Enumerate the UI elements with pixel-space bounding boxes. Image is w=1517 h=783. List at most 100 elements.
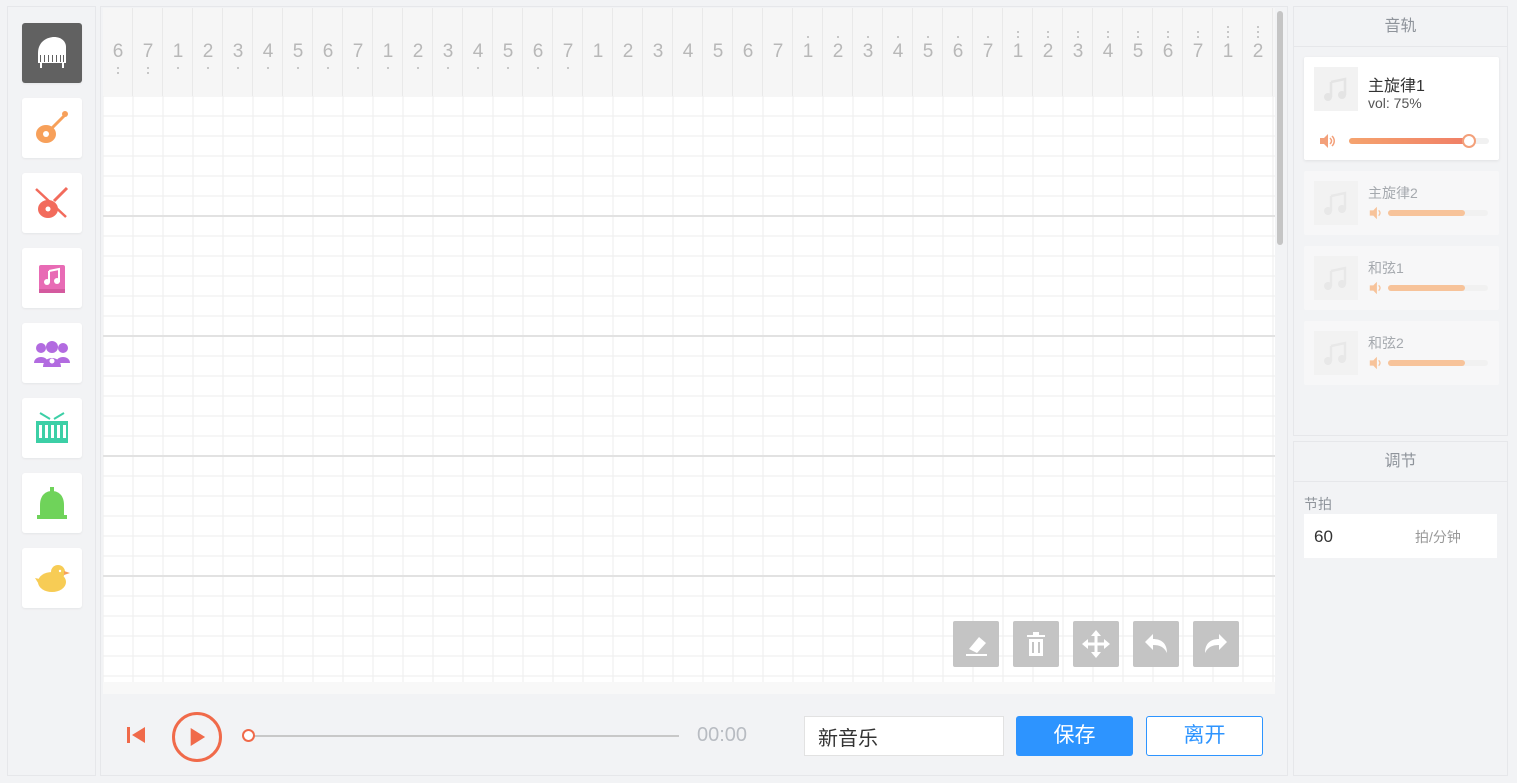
track-volume-slider[interactable] bbox=[1388, 210, 1488, 216]
move-button[interactable] bbox=[1073, 621, 1119, 667]
ruler-label: 3 bbox=[853, 8, 883, 96]
ruler-label: 6 bbox=[313, 8, 343, 96]
octave-dot bbox=[237, 67, 239, 69]
eraser-icon bbox=[966, 637, 987, 656]
octave-dot bbox=[1047, 31, 1049, 33]
music-note-icon bbox=[1324, 191, 1347, 215]
undo-button[interactable] bbox=[1133, 621, 1179, 667]
octave-dot bbox=[837, 36, 839, 38]
ruler-label-number: 1 bbox=[592, 41, 604, 62]
redo-button[interactable] bbox=[1193, 621, 1239, 667]
track-volume-knob[interactable] bbox=[1462, 134, 1477, 148]
delete-button[interactable] bbox=[1013, 621, 1059, 667]
instrument-guitar-button[interactable] bbox=[22, 98, 82, 158]
ruler-label-number: 7 bbox=[982, 41, 994, 62]
play-button[interactable] bbox=[172, 712, 222, 762]
track-item[interactable]: 主旋律1 vol: 75% bbox=[1304, 57, 1499, 160]
ruler-label-number: 1 bbox=[172, 41, 184, 62]
octave-dot bbox=[987, 36, 989, 38]
octave-dot bbox=[957, 36, 959, 38]
ruler-label-number: 2 bbox=[202, 41, 214, 62]
drum-icon bbox=[36, 412, 68, 443]
track-volume-slider[interactable] bbox=[1388, 360, 1488, 366]
note-grid[interactable] bbox=[103, 96, 1275, 682]
octave-dot bbox=[897, 36, 899, 38]
ruler-label-number: 6 bbox=[742, 41, 754, 62]
eraser-button[interactable] bbox=[953, 621, 999, 667]
ruler-label: 7 bbox=[763, 8, 793, 96]
track-name: 和弦2 bbox=[1368, 335, 1404, 351]
track-thumbnail bbox=[1314, 181, 1358, 225]
octave-dot bbox=[1047, 36, 1049, 38]
leave-button[interactable]: 离开 bbox=[1146, 716, 1263, 756]
octave-dot bbox=[1077, 36, 1079, 38]
vertical-scrollbar[interactable] bbox=[1277, 11, 1283, 245]
ruler-label-number: 7 bbox=[562, 41, 574, 62]
instrument-bell-button[interactable] bbox=[22, 473, 82, 533]
instrument-sidebar bbox=[7, 6, 96, 776]
ruler-label: 2 bbox=[403, 8, 433, 96]
ruler-label-number: 2 bbox=[412, 41, 424, 62]
ruler-label: 6 bbox=[1153, 8, 1183, 96]
ruler-label: 7 bbox=[343, 8, 373, 96]
tempo-field[interactable]: 60 拍/分钟 bbox=[1304, 514, 1497, 558]
volume-fill bbox=[1388, 285, 1465, 291]
octave-dot bbox=[1137, 31, 1139, 33]
ruler-label-number: 4 bbox=[262, 41, 274, 62]
instrument-bird-button[interactable] bbox=[22, 548, 82, 608]
redo-icon bbox=[1205, 634, 1227, 653]
save-button[interactable]: 保存 bbox=[1016, 716, 1133, 756]
move-icon bbox=[1082, 630, 1110, 658]
ruler-label-number: 6 bbox=[952, 41, 964, 62]
ruler-label: 4 bbox=[253, 8, 283, 96]
ruler-label: 6 bbox=[943, 8, 973, 96]
song-name-input[interactable] bbox=[804, 716, 1004, 756]
progress-knob[interactable] bbox=[242, 729, 255, 742]
octave-dot bbox=[1227, 26, 1229, 28]
ruler-label: 1 bbox=[583, 8, 613, 96]
octave-dot bbox=[807, 36, 809, 38]
ruler-label: 1 bbox=[1213, 8, 1243, 96]
octave-dot bbox=[1137, 36, 1139, 38]
adjust-panel: 调节 节拍 60 拍/分钟 bbox=[1293, 441, 1508, 776]
tracks-panel-title: 音轨 bbox=[1294, 7, 1507, 47]
octave-dot bbox=[537, 67, 539, 69]
octave-dot bbox=[927, 36, 929, 38]
play-icon bbox=[190, 728, 206, 746]
ruler-label-number: 6 bbox=[532, 41, 544, 62]
instrument-choir-button[interactable] bbox=[22, 323, 82, 383]
progress-track[interactable] bbox=[249, 735, 679, 737]
ruler-label: 2 bbox=[823, 8, 853, 96]
horizontal-scrollbar-track[interactable] bbox=[103, 682, 1275, 694]
instrument-violin-button[interactable] bbox=[22, 173, 82, 233]
tempo-value: 60 bbox=[1314, 527, 1333, 546]
octave-dot bbox=[177, 67, 179, 69]
octave-dot bbox=[297, 67, 299, 69]
track-name: 和弦1 bbox=[1368, 260, 1404, 276]
track-item[interactable]: 主旋律2 bbox=[1304, 171, 1499, 235]
ruler-label-number: 5 bbox=[292, 41, 304, 62]
track-volume-slider[interactable] bbox=[1388, 285, 1488, 291]
ruler-label-number: 7 bbox=[142, 41, 154, 62]
instrument-music-book-button[interactable] bbox=[22, 248, 82, 308]
ruler-label-number: 5 bbox=[502, 41, 514, 62]
instrument-drum-button[interactable] bbox=[22, 398, 82, 458]
track-item[interactable]: 和弦2 bbox=[1304, 321, 1499, 385]
ruler-label-number: 3 bbox=[442, 41, 454, 62]
volume-fill bbox=[1349, 138, 1470, 144]
octave-dot bbox=[1167, 31, 1169, 33]
note-editor: 671234567123456712345671234567123456712 bbox=[100, 6, 1288, 776]
music-note-icon bbox=[1324, 341, 1347, 365]
octave-dot bbox=[327, 67, 329, 69]
ruler-label: 3 bbox=[433, 8, 463, 96]
octave-dot bbox=[357, 67, 359, 69]
octave-dot bbox=[1227, 36, 1229, 38]
octave-dot bbox=[507, 67, 509, 69]
ruler-label-number: 4 bbox=[472, 41, 484, 62]
speaker-icon bbox=[1369, 206, 1381, 220]
instrument-piano-button[interactable] bbox=[22, 23, 82, 83]
skip-to-start-button[interactable] bbox=[123, 723, 149, 747]
octave-dot bbox=[1257, 26, 1259, 28]
track-item[interactable]: 和弦1 bbox=[1304, 246, 1499, 310]
octave-dot bbox=[1077, 31, 1079, 33]
